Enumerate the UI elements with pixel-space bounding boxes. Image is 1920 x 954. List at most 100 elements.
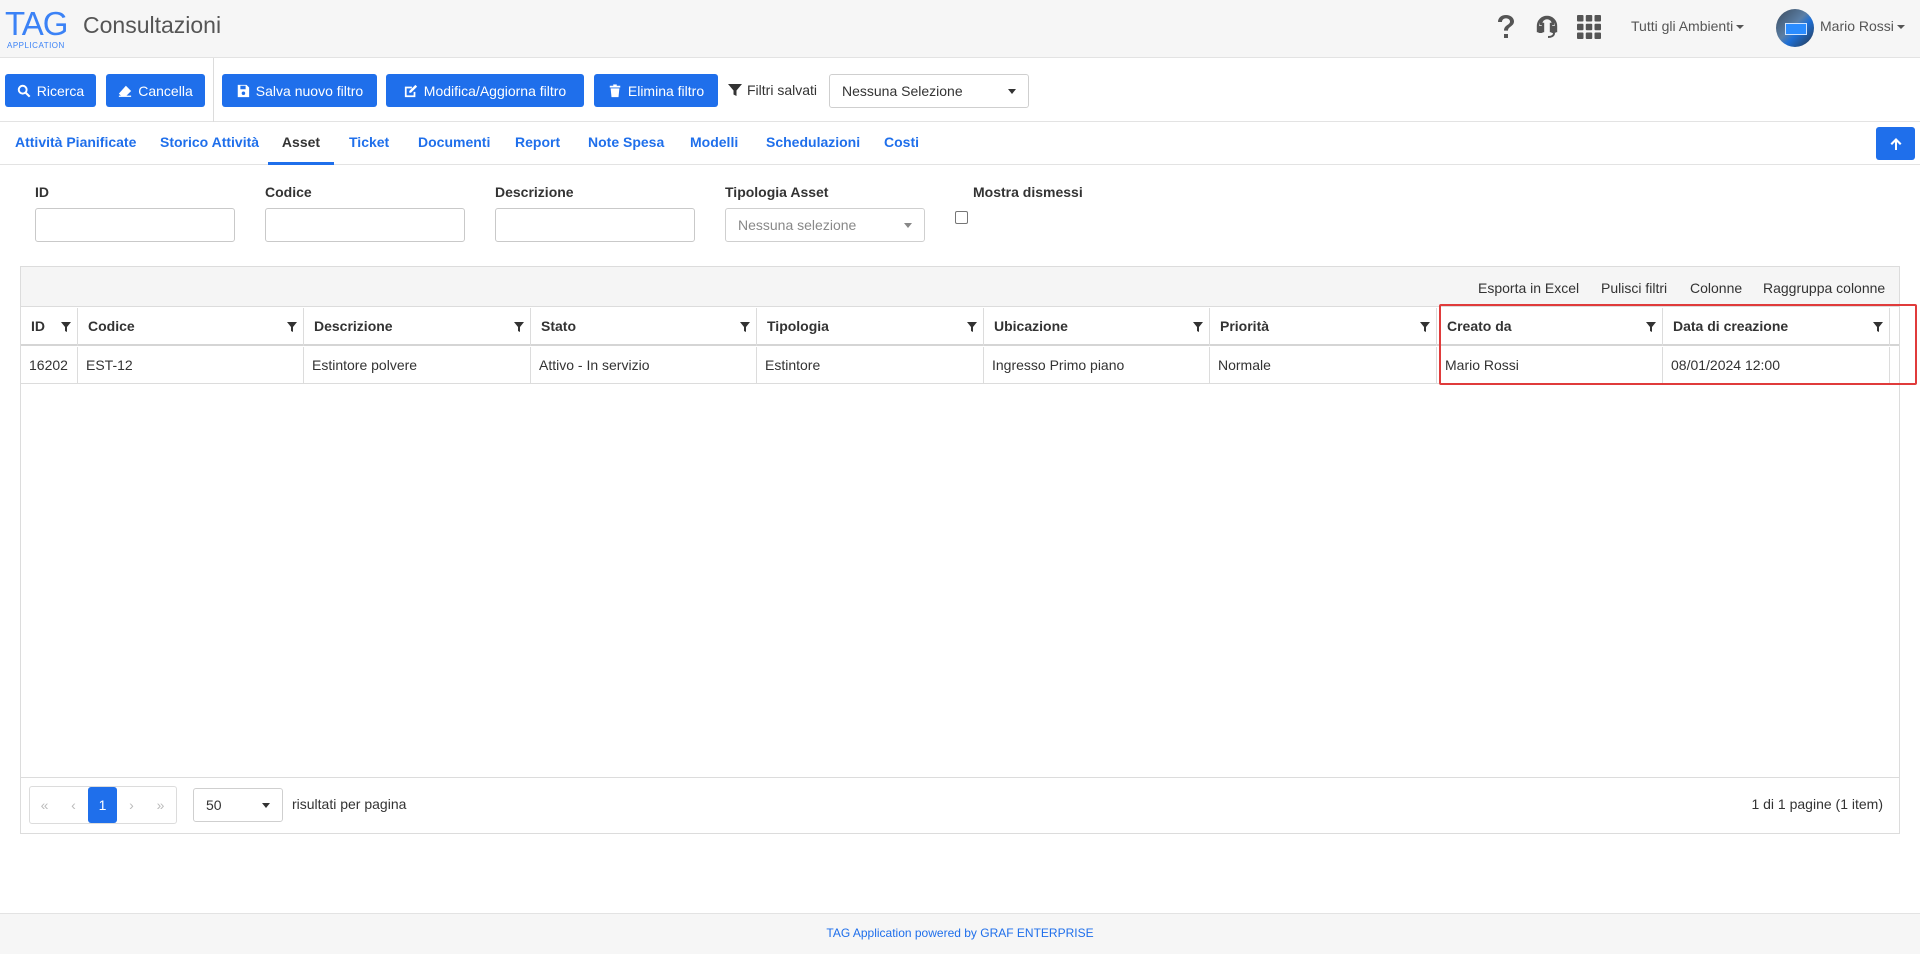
save-filter-label: Salva nuovo filtro [255, 82, 364, 99]
filter-icon[interactable] [1193, 322, 1203, 332]
page-size-select[interactable]: 50 [193, 788, 283, 822]
columns-button[interactable]: Colonne [1690, 280, 1742, 296]
tab-documenti[interactable]: Documenti [418, 122, 490, 165]
page-size-label: risultati per pagina [292, 796, 407, 812]
tab-storico-attivita[interactable]: Storico Attività [160, 122, 259, 165]
apps-grid-icon[interactable] [1574, 12, 1604, 42]
column-header-priorita[interactable]: Priorità [1210, 308, 1437, 346]
app-logo[interactable]: TAG APPLICATION [5, 5, 68, 51]
tab-modelli[interactable]: Modelli [690, 122, 738, 165]
pagination: « ‹ 1 › » [29, 786, 177, 824]
chevron-down-icon [262, 803, 270, 808]
prev-page-icon[interactable]: ‹ [59, 787, 88, 823]
search-button[interactable]: Ricerca [5, 74, 96, 107]
id-field[interactable] [35, 208, 235, 242]
saved-filters-value: Nessuna Selezione [842, 83, 963, 99]
edit-filter-button[interactable]: Modifica/Aggiorna filtro [386, 74, 584, 107]
save-icon [237, 84, 249, 97]
saved-filters-text: Filtri salvati [747, 82, 818, 98]
description-field[interactable] [495, 208, 695, 242]
chevron-down-icon [1008, 89, 1016, 94]
first-page-icon[interactable]: « [30, 787, 59, 823]
tab-report[interactable]: Report [515, 122, 560, 165]
column-header-descrizione[interactable]: Descrizione [304, 308, 531, 346]
save-filter-button[interactable]: Salva nuovo filtro [222, 74, 377, 107]
arrow-up-icon [1890, 137, 1901, 150]
tab-asset[interactable]: Asset [268, 122, 334, 165]
next-page-icon[interactable]: › [117, 787, 146, 823]
saved-filters-label: Filtri salvati [728, 82, 817, 98]
scroll-top-button[interactable] [1876, 127, 1915, 160]
tab-attivita-pianificate[interactable]: Attività Pianificate [15, 122, 136, 165]
grid-toolbar: Esporta in Excel Pulisci filtri Colonne … [21, 267, 1899, 307]
current-page-button[interactable]: 1 [88, 787, 117, 823]
column-header-codice[interactable]: Codice [78, 308, 304, 346]
filter-icon[interactable] [1420, 322, 1430, 332]
id-label: ID [35, 184, 49, 200]
filter-icon [728, 84, 742, 96]
avatar[interactable] [1776, 9, 1814, 47]
chevron-down-icon [1736, 25, 1745, 30]
column-header-tipologia[interactable]: Tipologia [757, 308, 984, 346]
chevron-down-icon [1896, 25, 1905, 30]
column-header-id[interactable]: ID [21, 308, 78, 346]
column-header-ubicazione[interactable]: Ubicazione [984, 308, 1210, 346]
column-title: Ubicazione [994, 318, 1068, 334]
grid-footer: « ‹ 1 › » 50 risultati per pagina 1 di 1… [21, 777, 1899, 833]
tab-schedulazioni[interactable]: Schedulazioni [766, 122, 860, 165]
user-menu[interactable]: Mario Rossi [1820, 18, 1905, 34]
page-size-value: 50 [206, 797, 222, 813]
highlight-box [1439, 304, 1917, 385]
filter-icon[interactable] [967, 322, 977, 332]
help-icon[interactable] [1491, 12, 1521, 42]
search-icon [17, 84, 31, 97]
tab-note-spesa[interactable]: Note Spesa [588, 122, 664, 165]
section-tabs: Attività Pianificate Storico Attività As… [0, 122, 1920, 165]
eraser-icon [119, 85, 132, 97]
app-footer: TAG Application powered by GRAF ENTERPRI… [0, 913, 1920, 954]
logo-text: TAG [5, 5, 68, 42]
code-label: Codice [265, 184, 312, 200]
filter-icon[interactable] [287, 322, 297, 332]
headset-icon[interactable] [1532, 12, 1562, 42]
delete-filter-button[interactable]: Elimina filtro [594, 74, 718, 107]
cell-priorita: Normale [1210, 347, 1437, 383]
tab-costi[interactable]: Costi [884, 122, 919, 165]
cell-tipologia: Estintore [757, 347, 984, 383]
toolbar-divider [213, 58, 214, 122]
app-header: TAG APPLICATION Consultazioni Tutti gli … [0, 0, 1920, 58]
saved-filters-select[interactable]: Nessuna Selezione [829, 74, 1029, 108]
column-title: Descrizione [314, 318, 393, 334]
asset-type-label: Tipologia Asset [725, 184, 829, 200]
cell-id: 16202 [21, 347, 78, 383]
page-title: Consultazioni [83, 12, 222, 38]
asset-type-select[interactable]: Nessuna selezione [725, 208, 925, 242]
edit-filter-label: Modifica/Aggiorna filtro [423, 82, 567, 99]
code-field[interactable] [265, 208, 465, 242]
show-dismissed-checkbox[interactable] [955, 211, 968, 224]
filter-toolbar: Ricerca Cancella Salva nuovo filtro Modi… [0, 58, 1920, 122]
filter-icon[interactable] [514, 322, 524, 332]
footer-text[interactable]: TAG Application powered by GRAF ENTERPRI… [826, 926, 1093, 940]
last-page-icon[interactable]: » [146, 787, 175, 823]
clear-button[interactable]: Cancella [106, 74, 205, 107]
pagination-info: 1 di 1 pagine (1 item) [1751, 796, 1883, 812]
clear-button-label: Cancella [138, 82, 193, 99]
column-header-stato[interactable]: Stato [531, 308, 757, 346]
export-excel-button[interactable]: Esporta in Excel [1478, 280, 1579, 296]
column-title: ID [31, 318, 45, 334]
tab-ticket[interactable]: Ticket [349, 122, 389, 165]
edit-icon [404, 84, 417, 97]
cell-descrizione: Estintore polvere [304, 347, 531, 383]
show-dismissed-label: Mostra dismessi [973, 184, 1083, 200]
clear-filters-button[interactable]: Pulisci filtri [1601, 280, 1667, 296]
filter-icon[interactable] [740, 322, 750, 332]
user-name: Mario Rossi [1820, 18, 1894, 34]
column-title: Priorità [1220, 318, 1270, 334]
environment-dropdown[interactable]: Tutti gli Ambienti [1631, 18, 1745, 34]
group-columns-button[interactable]: Raggruppa colonne [1763, 280, 1885, 296]
column-title: Stato [541, 318, 576, 334]
column-title: Tipologia [767, 318, 829, 334]
delete-filter-label: Elimina filtro [627, 82, 705, 99]
filter-icon[interactable] [61, 322, 71, 332]
